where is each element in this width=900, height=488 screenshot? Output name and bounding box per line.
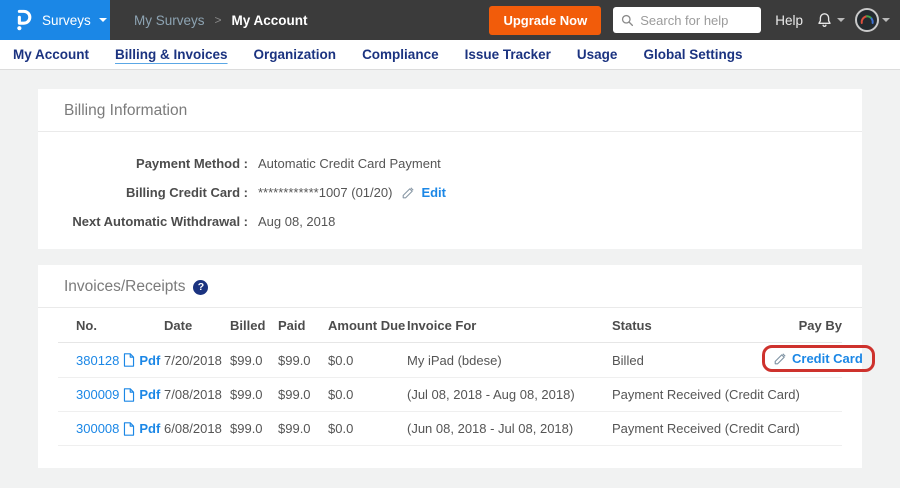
invoice-number-link[interactable]: 300008 — [76, 421, 119, 436]
next-withdrawal-row: Next Automatic Withdrawal : Aug 08, 2018 — [38, 214, 862, 229]
help-search-input[interactable] — [640, 13, 753, 28]
invoice-number-link[interactable]: 380128 — [76, 353, 119, 368]
breadcrumb: My Surveys > My Account — [134, 13, 308, 28]
help-search-box[interactable] — [613, 7, 761, 33]
col-date: Date — [164, 308, 230, 343]
panel-title: Invoices/Receipts — [64, 278, 185, 296]
breadcrumb-current-page: My Account — [232, 13, 308, 28]
pdf-document-icon[interactable] — [123, 353, 135, 367]
invoice-billed: $99.0 — [230, 343, 278, 378]
account-section-tabs: My Account Billing & Invoices Organizati… — [0, 40, 900, 70]
tab-billing-invoices[interactable]: Billing & Invoices — [102, 47, 241, 62]
field-label: Next Automatic Withdrawal : — [38, 214, 248, 229]
header-actions: Upgrade Now Help — [489, 6, 890, 35]
col-pay-by: Pay By — [762, 308, 842, 343]
edit-card-link[interactable]: Edit — [421, 185, 446, 200]
invoice-amount-due: $0.0 — [328, 343, 407, 378]
invoice-paid: $99.0 — [278, 343, 328, 378]
tab-usage[interactable]: Usage — [564, 47, 631, 62]
invoice-row: 300008 Pdf 6/08/2018 $99.0 $99.0 $0.0 (J… — [58, 412, 842, 446]
help-link[interactable]: Help — [775, 13, 803, 28]
invoice-date: 7/20/2018 — [164, 343, 230, 378]
col-status: Status — [612, 308, 762, 343]
invoice-paid: $99.0 — [278, 378, 328, 412]
invoices-receipts-panel: Invoices/Receipts ? No. Date Billed Paid… — [38, 265, 862, 468]
pdf-document-icon[interactable] — [123, 422, 135, 436]
pdf-link[interactable]: Pdf — [139, 421, 160, 436]
pdf-document-icon[interactable] — [123, 388, 135, 402]
invoice-row: 300009 Pdf 7/08/2018 $99.0 $99.0 $0.0 (J… — [58, 378, 842, 412]
pdf-link[interactable]: Pdf — [139, 387, 160, 402]
search-icon — [621, 14, 634, 27]
billing-panel-header: Billing Information — [38, 89, 862, 132]
tab-compliance[interactable]: Compliance — [349, 47, 452, 62]
invoice-date: 6/08/2018 — [164, 412, 230, 446]
panel-bottom-spacer — [38, 446, 862, 468]
invoice-date: 7/08/2018 — [164, 378, 230, 412]
col-amount-due: Amount Due — [328, 308, 407, 343]
pay-by-credit-card-link[interactable]: Credit Card — [792, 351, 863, 366]
chevron-down-icon — [837, 18, 845, 22]
card-number-masked: ************1007 (01/20) — [258, 185, 392, 200]
tab-my-account[interactable]: My Account — [0, 47, 102, 62]
chevron-down-icon — [882, 18, 890, 22]
credit-card-value: ************1007 (01/20) Edit — [258, 185, 446, 200]
tab-organization[interactable]: Organization — [241, 47, 350, 62]
table-header-row: No. Date Billed Paid Amount Due Invoice … — [58, 308, 842, 343]
invoice-for: (Jun 08, 2018 - Jul 08, 2018) — [407, 412, 612, 446]
breadcrumb-my-surveys[interactable]: My Surveys — [134, 13, 205, 28]
panel-title: Billing Information — [64, 102, 187, 120]
col-no: No. — [58, 308, 164, 343]
invoice-billed: $99.0 — [230, 412, 278, 446]
tab-issue-tracker[interactable]: Issue Tracker — [452, 47, 564, 62]
billing-credit-card-row: Billing Credit Card : ************1007 (… — [38, 185, 862, 200]
tab-global-settings[interactable]: Global Settings — [630, 47, 755, 62]
avatar — [855, 8, 879, 32]
invoice-amount-due: $0.0 — [328, 378, 407, 412]
billing-information-panel: Billing Information Payment Method : Aut… — [38, 89, 862, 249]
invoices-table: No. Date Billed Paid Amount Due Invoice … — [58, 308, 842, 446]
breadcrumb-separator-icon: > — [215, 13, 222, 27]
payment-method-row: Payment Method : Automatic Credit Card P… — [38, 156, 862, 171]
bell-icon — [815, 11, 834, 30]
help-question-icon[interactable]: ? — [193, 280, 208, 295]
invoice-status: Payment Received (Credit Card) — [612, 412, 762, 446]
invoices-panel-header: Invoices/Receipts ? — [38, 265, 862, 308]
account-menu[interactable] — [855, 8, 890, 32]
invoice-row: 380128 Pdf 7/20/2018 $99.0 $99.0 $0.0 My… — [58, 343, 842, 378]
invoice-status: Billed — [612, 343, 762, 378]
billing-fields: Payment Method : Automatic Credit Card P… — [38, 132, 862, 249]
payment-method-value: Automatic Credit Card Payment — [258, 156, 441, 171]
app-product-menu[interactable]: Surveys — [0, 0, 110, 40]
next-withdrawal-value: Aug 08, 2018 — [258, 214, 335, 229]
field-label: Payment Method : — [38, 156, 248, 171]
upgrade-now-button[interactable]: Upgrade Now — [489, 6, 601, 35]
pdf-link[interactable]: Pdf — [139, 353, 160, 368]
edit-pencil-icon — [774, 352, 787, 365]
field-label: Billing Credit Card : — [38, 185, 248, 200]
invoice-status: Payment Received (Credit Card) — [612, 378, 762, 412]
col-billed: Billed — [230, 308, 278, 343]
annotation-highlight-box: Credit Card — [762, 345, 875, 372]
invoice-billed: $99.0 — [230, 378, 278, 412]
col-paid: Paid — [278, 308, 328, 343]
chevron-down-icon — [99, 18, 107, 22]
col-invoice-for: Invoice For — [407, 308, 612, 343]
invoice-amount-due: $0.0 — [328, 412, 407, 446]
edit-pencil-icon[interactable] — [402, 186, 415, 199]
top-header: Surveys My Surveys > My Account Upgrade … — [0, 0, 900, 40]
invoice-for: (Jul 08, 2018 - Aug 08, 2018) — [407, 378, 612, 412]
product-menu-label: Surveys — [42, 13, 91, 28]
page-content: Billing Information Payment Method : Aut… — [0, 70, 900, 468]
notifications-button[interactable] — [815, 11, 845, 30]
invoice-number-link[interactable]: 300009 — [76, 387, 119, 402]
invoice-for: My iPad (bdese) — [407, 343, 612, 378]
invoice-paid: $99.0 — [278, 412, 328, 446]
questionpro-logo-icon — [13, 9, 33, 31]
